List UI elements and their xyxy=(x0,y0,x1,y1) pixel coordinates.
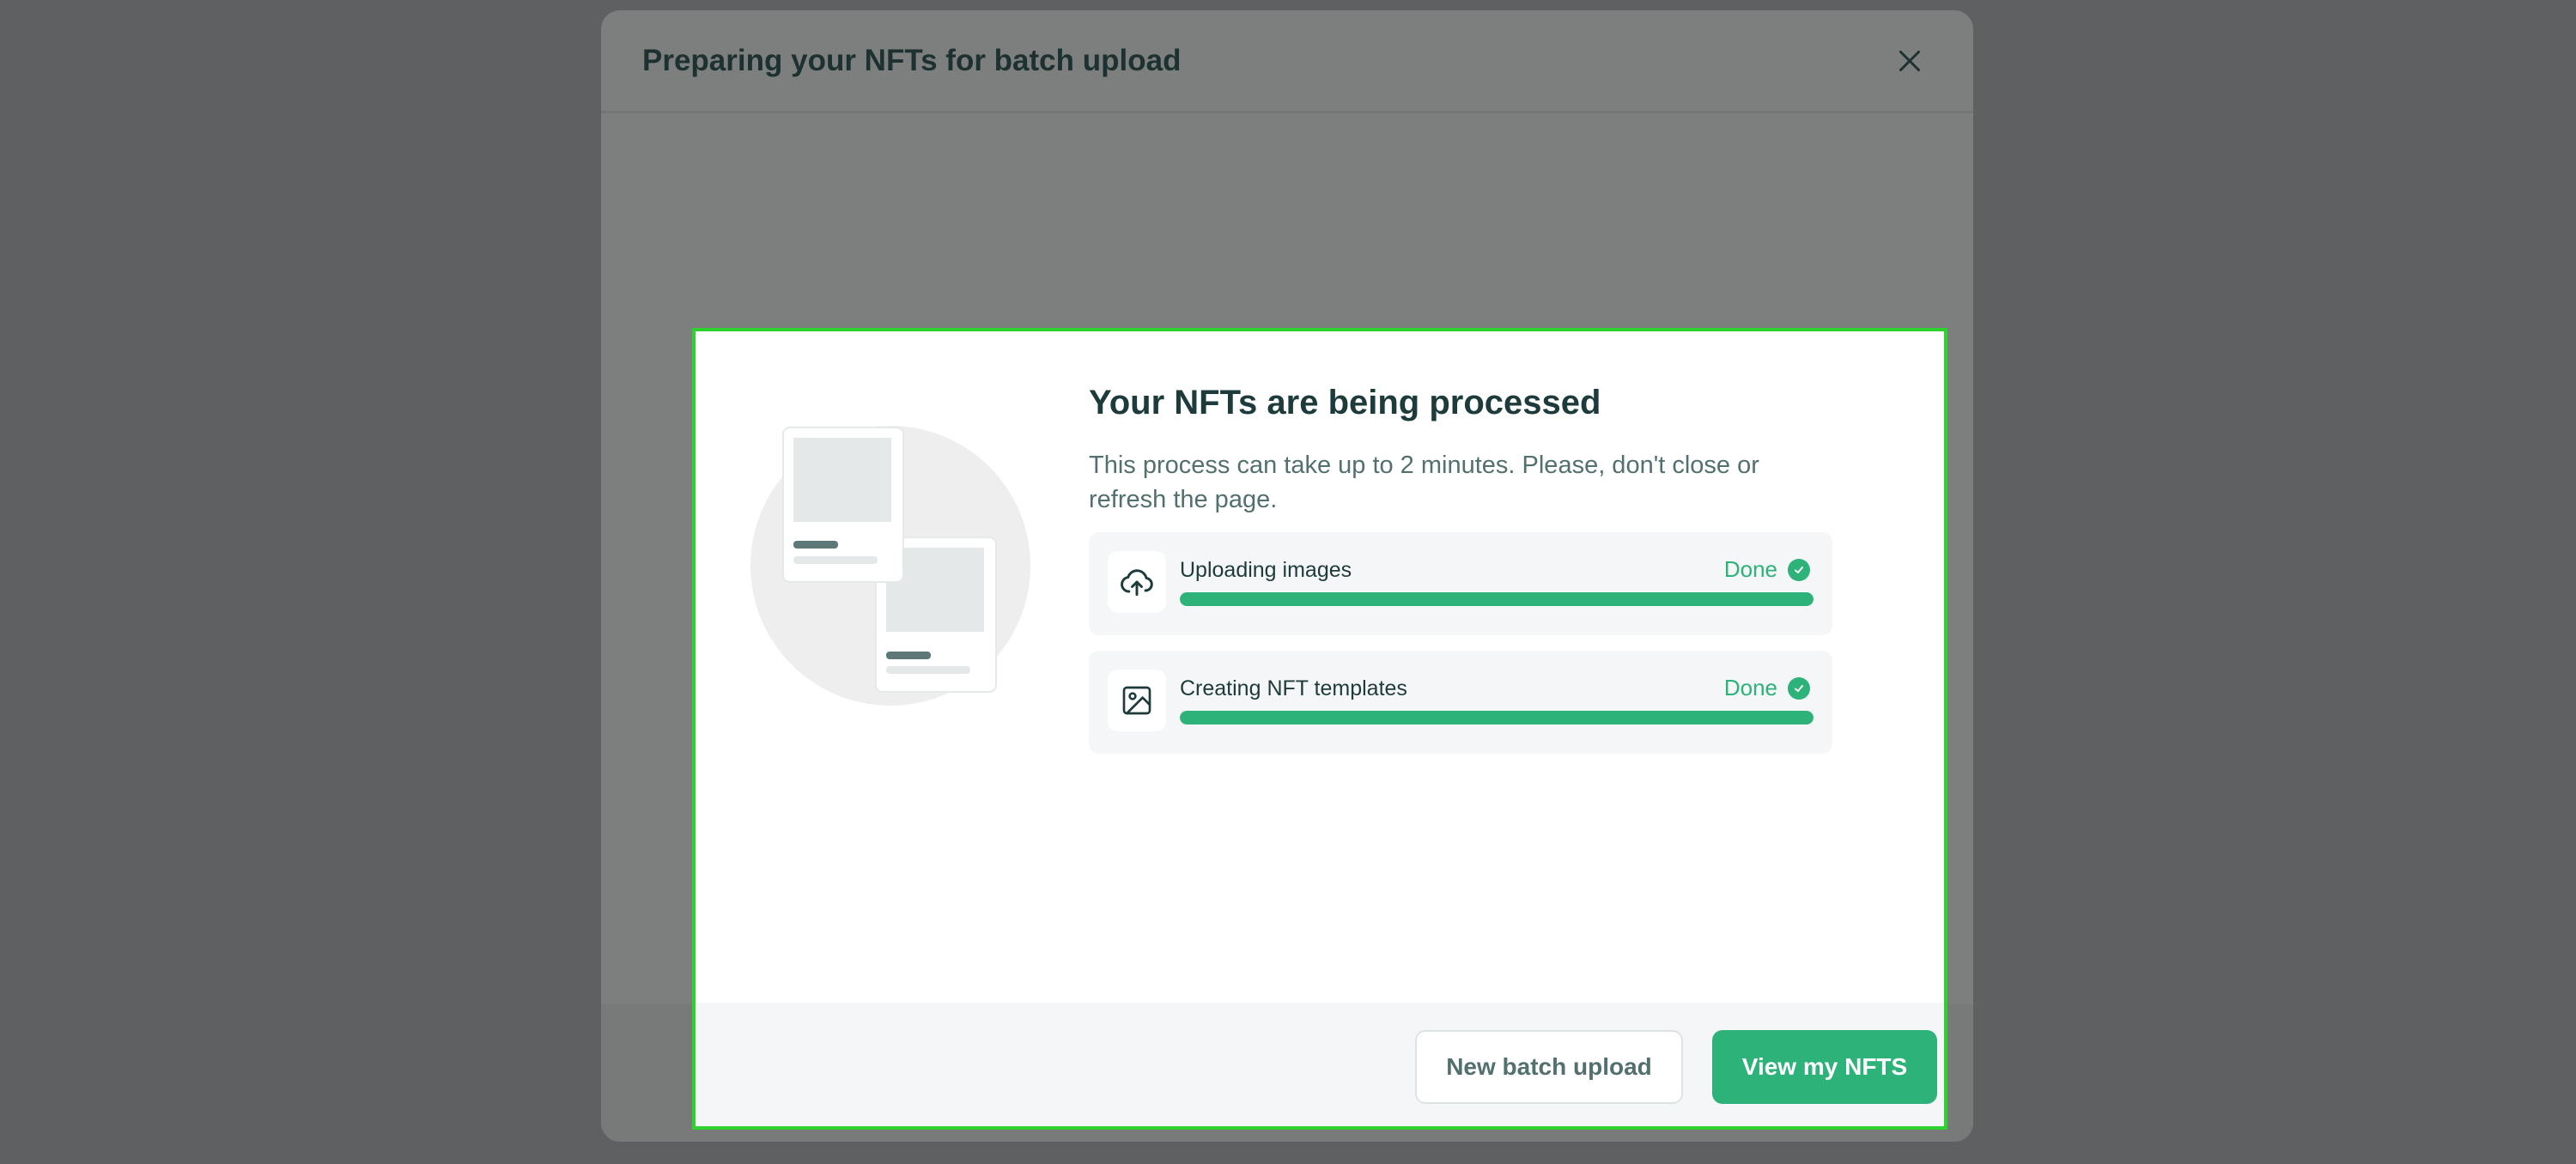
dialog-footer: New batch upload View my NFTS xyxy=(696,1003,1944,1126)
task-label: Creating NFT templates xyxy=(1180,676,1407,700)
check-circle-icon xyxy=(1788,676,1810,700)
image-icon xyxy=(1108,670,1166,731)
dialog-content: Your NFTs are being processed This proce… xyxy=(1089,379,1832,754)
progress-bar xyxy=(1180,711,1814,724)
task-creating-templates: Creating NFT templates Done xyxy=(1089,651,1832,754)
view-my-nfts-button[interactable]: View my NFTS xyxy=(1712,1030,1937,1104)
progress-fill xyxy=(1180,711,1814,724)
new-batch-upload-button[interactable]: New batch upload xyxy=(1415,1030,1683,1104)
close-icon[interactable] xyxy=(1894,45,1925,76)
progress-fill xyxy=(1180,592,1814,606)
background-modal-header: Preparing your NFTs for batch upload xyxy=(601,10,1973,113)
progress-bar xyxy=(1180,592,1814,606)
task-status: Done xyxy=(1724,675,1810,701)
nft-cards-illustration-icon xyxy=(750,426,1030,706)
dialog-description: This process can take up to 2 minutes. P… xyxy=(1089,452,1759,513)
task-status: Done xyxy=(1724,556,1810,583)
cloud-upload-icon xyxy=(1108,551,1166,613)
check-circle-icon xyxy=(1788,558,1810,581)
status-text: Done xyxy=(1723,675,1777,700)
task-label: Uploading images xyxy=(1180,558,1352,582)
background-modal-title: Preparing your NFTs for batch upload xyxy=(642,43,1182,77)
task-uploading-images: Uploading images Done xyxy=(1089,532,1832,635)
processing-dialog: Your NFTs are being processed This proce… xyxy=(692,328,1947,1130)
status-text: Done xyxy=(1723,556,1777,582)
dialog-title: Your NFTs are being processed xyxy=(1089,384,1601,421)
